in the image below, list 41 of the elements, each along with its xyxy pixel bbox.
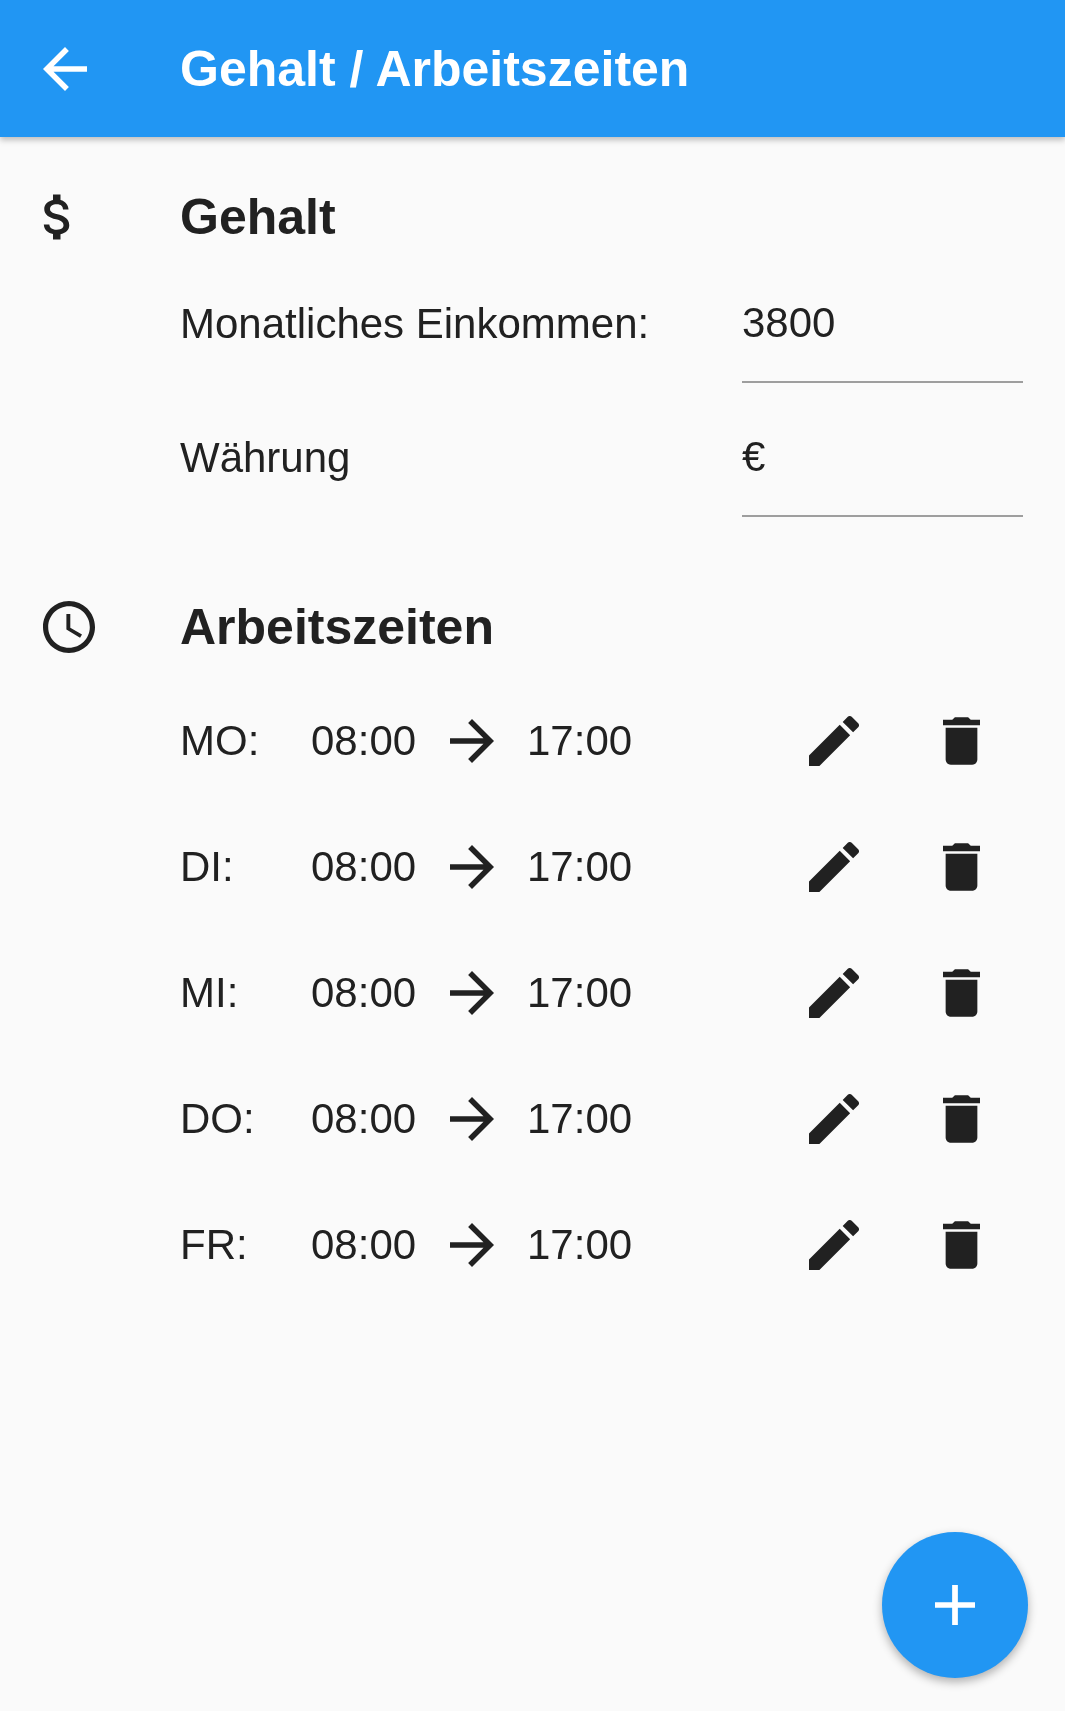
- start-time: 08:00: [311, 1095, 418, 1143]
- day-label: FR:: [180, 1221, 249, 1269]
- end-time: 17:00: [527, 969, 634, 1017]
- edit-button[interactable]: [809, 716, 859, 766]
- end-time: 17:00: [527, 1221, 634, 1269]
- delete-button[interactable]: [943, 969, 980, 1017]
- add-button[interactable]: [882, 1532, 1028, 1678]
- start-time: 08:00: [311, 717, 418, 765]
- app-bar-title: Gehalt / Arbeitszeiten: [180, 39, 690, 98]
- edit-button[interactable]: [809, 1094, 859, 1144]
- arrow-right-icon: [450, 1097, 494, 1141]
- start-time: 08:00: [311, 843, 418, 891]
- delete-button[interactable]: [943, 717, 980, 765]
- plus-icon: [935, 1585, 975, 1625]
- clock-icon: [43, 601, 95, 653]
- arrow-right-icon: [450, 1223, 494, 1267]
- end-time: 17:00: [527, 1095, 634, 1143]
- section-heading: Arbeitszeiten: [180, 598, 494, 656]
- edit-button[interactable]: [809, 842, 859, 892]
- end-time: 17:00: [527, 843, 634, 891]
- day-label: MO:: [180, 717, 261, 765]
- day-label: DO:: [180, 1095, 256, 1143]
- input-field[interactable]: 3800: [742, 297, 1023, 383]
- edit-button[interactable]: [809, 1220, 859, 1270]
- delete-button[interactable]: [943, 1221, 980, 1269]
- field-label: Währung: [180, 433, 352, 483]
- delete-button[interactable]: [943, 843, 980, 891]
- edit-button[interactable]: [809, 968, 859, 1018]
- day-label: MI:: [180, 969, 240, 1017]
- section-heading: Gehalt: [180, 188, 336, 246]
- day-label: DI:: [180, 843, 235, 891]
- end-time: 17:00: [527, 717, 634, 765]
- field-label: Monatliches Einkommen:: [180, 299, 651, 349]
- back-button[interactable]: [43, 46, 87, 91]
- start-time: 08:00: [311, 1221, 418, 1269]
- delete-button[interactable]: [943, 1095, 980, 1143]
- arrow-right-icon: [450, 719, 494, 763]
- arrow-right-icon: [450, 971, 494, 1015]
- input-field[interactable]: €: [742, 431, 1023, 517]
- arrow-right-icon: [450, 845, 494, 889]
- start-time: 08:00: [311, 969, 418, 1017]
